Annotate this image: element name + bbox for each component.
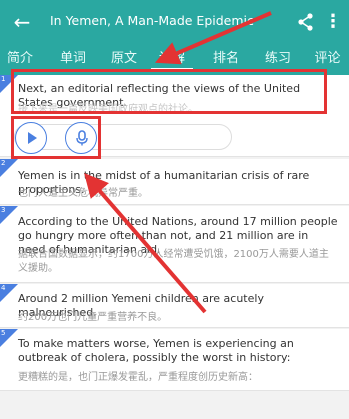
annotation-arrow xyxy=(154,11,272,65)
annotation-arrows xyxy=(84,11,272,314)
annotation-arrow xyxy=(84,172,207,314)
